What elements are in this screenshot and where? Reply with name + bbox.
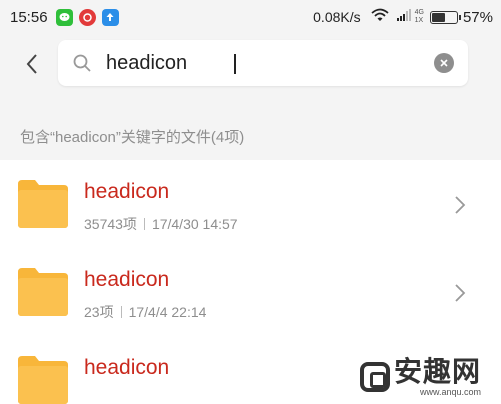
chevron-right-icon xyxy=(455,196,466,214)
watermark-text: 安趣网 www.anqu.com xyxy=(394,356,482,398)
item-title: headicon xyxy=(84,356,170,379)
status-indicators: 0.08K/s 4G 1X 57% xyxy=(313,8,493,27)
folder-icon xyxy=(18,356,68,404)
network-type: 4G 1X xyxy=(415,9,424,25)
item-date: 17/4/30 14:57 xyxy=(151,216,238,232)
status-time: 15:56 xyxy=(10,8,48,26)
search-input[interactable] xyxy=(106,48,426,78)
clear-search-button[interactable] xyxy=(434,53,454,73)
watermark-logo-icon xyxy=(360,362,390,392)
chevron-left-icon xyxy=(26,54,37,74)
battery-fill xyxy=(431,12,446,22)
list-item[interactable]: headicon 35743项 17/4/30 14:57 xyxy=(0,160,501,248)
watermark-url: www.anqu.com xyxy=(419,387,482,397)
list-item[interactable]: headicon 23项 17/4/4 22:14 xyxy=(0,248,501,336)
battery-icon xyxy=(429,10,461,24)
watermark: 安趣网 www.anqu.com xyxy=(360,352,500,402)
signal-icon xyxy=(396,8,411,26)
item-count: 35743项 xyxy=(84,216,137,232)
meta-divider xyxy=(143,218,145,230)
item-meta: 23项 17/4/4 22:14 xyxy=(84,302,206,322)
folder-icon xyxy=(18,268,68,316)
meta-divider xyxy=(120,306,122,318)
search-header: 包含“headicon”关键字的文件(4项) xyxy=(0,34,501,160)
item-title: headicon xyxy=(84,180,170,203)
upload-icon xyxy=(101,8,119,26)
item-title: headicon xyxy=(84,268,170,291)
netease-music-icon xyxy=(78,8,96,26)
item-meta: 35743项 17/4/30 14:57 xyxy=(84,214,238,234)
text-caret xyxy=(234,54,236,74)
wifi-icon xyxy=(371,8,389,27)
wechat-icon xyxy=(55,8,73,26)
item-count: 23项 xyxy=(84,304,114,320)
chevron-right-icon xyxy=(455,284,466,302)
back-button[interactable] xyxy=(18,50,46,78)
network-type-top: 4G xyxy=(414,9,424,16)
search-icon xyxy=(73,54,91,72)
folder-icon xyxy=(18,180,68,228)
status-bar: 15:56 0.08K/s 4G 1X 57% xyxy=(0,0,501,34)
search-box[interactable] xyxy=(58,40,468,86)
watermark-name: 安趣网 xyxy=(394,356,482,387)
battery-percent: 57% xyxy=(462,8,493,26)
network-type-bottom: 1X xyxy=(414,17,424,24)
result-summary: 包含“headicon”关键字的文件(4项) xyxy=(20,129,245,146)
clear-icon xyxy=(440,59,448,67)
item-date: 17/4/4 22:14 xyxy=(128,304,207,320)
network-speed: 0.08K/s xyxy=(313,9,361,25)
